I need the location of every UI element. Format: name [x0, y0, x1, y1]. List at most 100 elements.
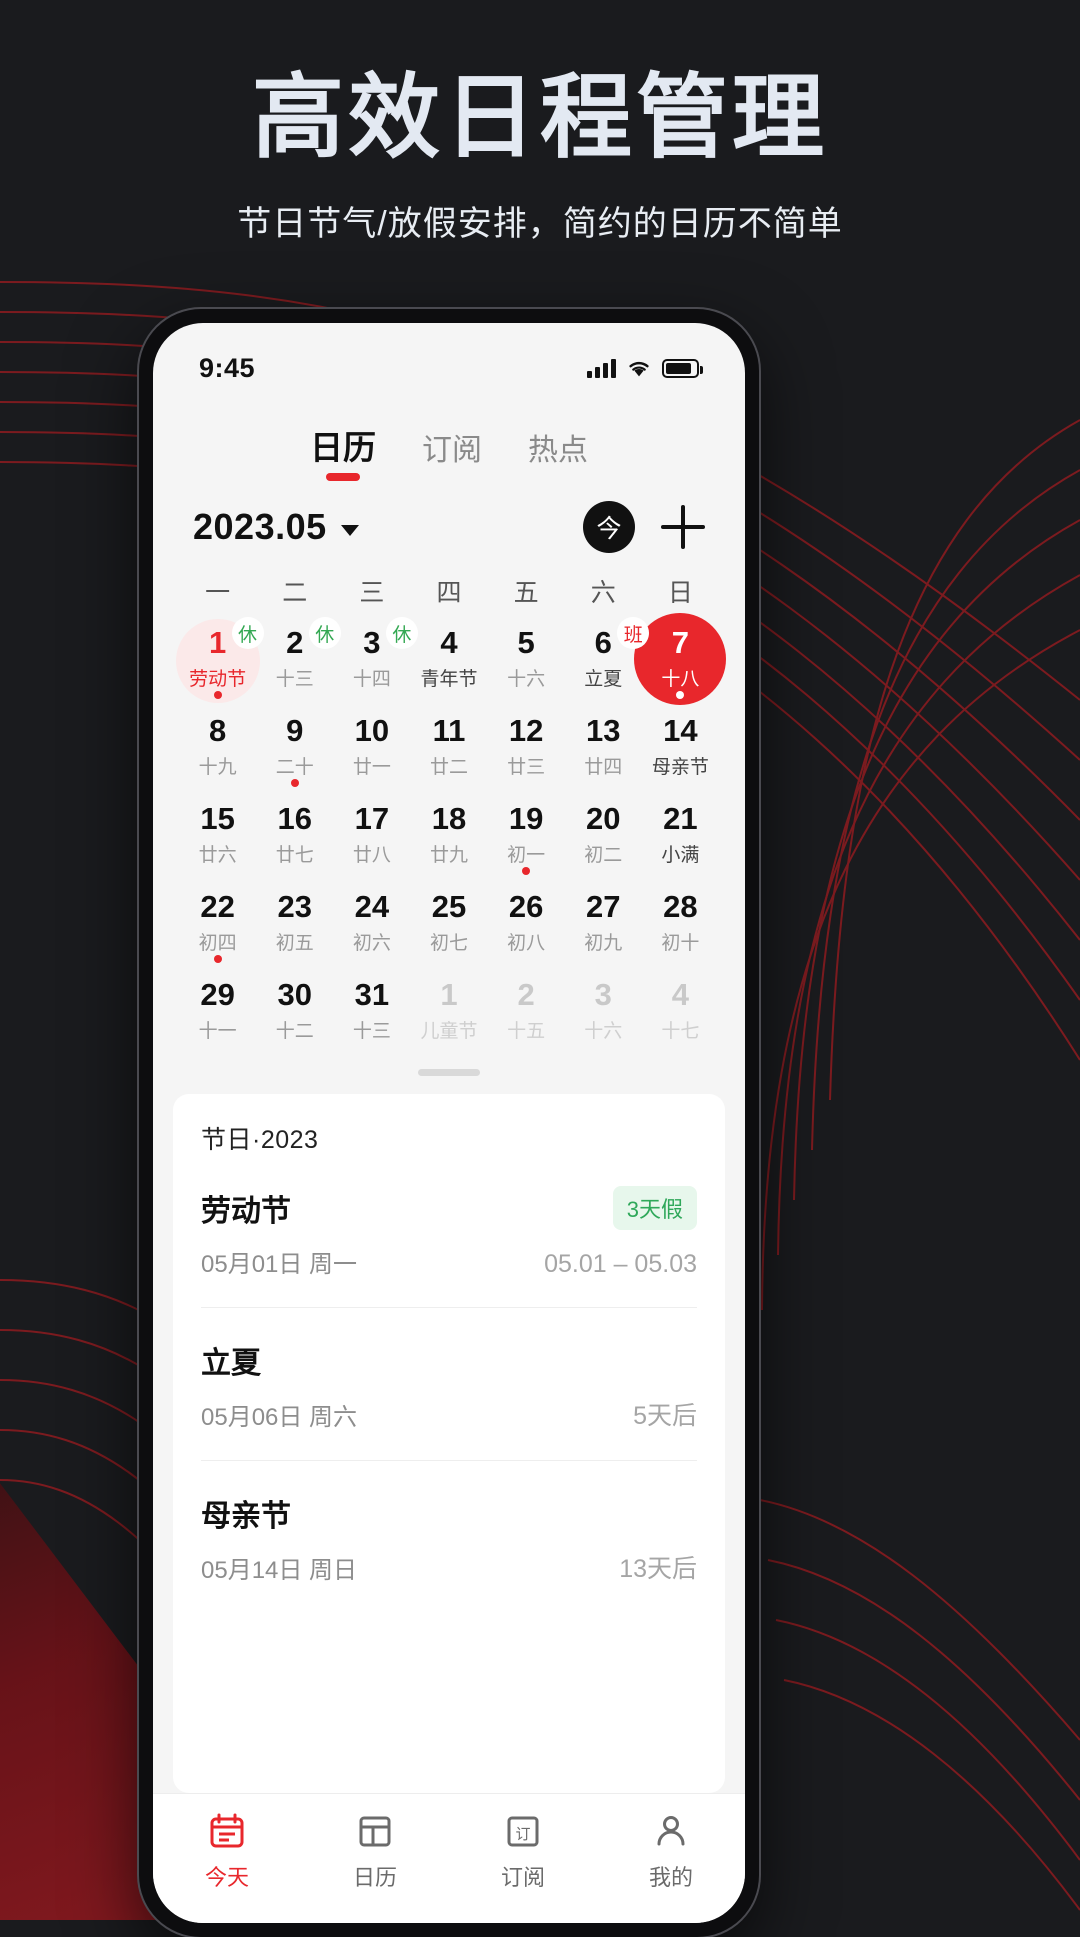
- day-number: 26: [508, 888, 544, 924]
- calendar-day-cell[interactable]: 28 初十: [642, 879, 719, 967]
- nav-item-profile[interactable]: 我的: [597, 1811, 745, 1892]
- nav-item-calendar[interactable]: 日历: [301, 1811, 449, 1892]
- calendar-day-cell[interactable]: 4 青年节: [410, 615, 487, 703]
- add-event-button[interactable]: [661, 505, 705, 549]
- nav-item-profile-label: 我的: [648, 1865, 693, 1890]
- day-number: 15: [200, 800, 235, 836]
- calendar-day-cell[interactable]: 22 初四: [179, 879, 256, 967]
- calendar-day-cell[interactable]: 31 十三: [333, 967, 410, 1055]
- event-bottom-row: 05月14日 周日 13天后: [201, 1549, 697, 1585]
- day-sublabel: 儿童节: [420, 1021, 478, 1043]
- day-number: 31: [354, 976, 390, 1012]
- tab-hotspot-label: 热点: [528, 434, 588, 467]
- event-date: 05月06日 周六: [201, 1404, 358, 1431]
- day-sublabel: 十六: [507, 669, 546, 691]
- weekday-sun: 日: [667, 579, 693, 607]
- calendar-day-cell[interactable]: 14 母亲节: [642, 703, 719, 791]
- calendar-day-cell[interactable]: 休 2 十三: [256, 615, 341, 703]
- day-rest-badge: 休: [308, 617, 341, 649]
- calendar-day-cell[interactable]: 27 初九: [565, 879, 642, 967]
- calendar-day-cell[interactable]: 12 廿三: [488, 703, 565, 791]
- day-sublabel: 立夏: [584, 669, 623, 691]
- day-number: 13: [586, 712, 621, 748]
- phone-mockup: 9:45 日历 订阅 热点 2023.05 今 一 二 三 四 五 六 日 休 …: [139, 309, 759, 1937]
- tab-hotspot[interactable]: 热点: [528, 425, 588, 483]
- calendar-day-cell[interactable]: 18 廿九: [410, 791, 487, 879]
- event-list-card: 节日·2023 劳动节 3天假 05月01日 周一 05.01 – 05.03 立夏 05…: [173, 1094, 725, 1793]
- day-number: 9: [286, 712, 304, 748]
- calendar-day-cell[interactable]: 30 十二: [256, 967, 333, 1055]
- day-number: 20: [586, 800, 621, 836]
- calendar-day-cell[interactable]: 休 1 劳动节: [175, 615, 264, 703]
- event-list-item[interactable]: 立夏 05月06日 周六 5天后: [201, 1308, 697, 1461]
- month-selector[interactable]: 2023.05: [193, 506, 359, 548]
- calendar-day-cell[interactable]: 9 二十: [256, 703, 333, 791]
- weekday-wed: 三: [359, 579, 385, 607]
- day-sublabel: 十一: [198, 1021, 237, 1043]
- day-sublabel: 初二: [584, 845, 623, 867]
- event-list-item[interactable]: 劳动节 3天假 05月01日 周一 05.01 – 05.03: [201, 1156, 697, 1308]
- event-countdown: 5天后: [633, 1402, 697, 1430]
- weekday-sat: 六: [590, 579, 616, 607]
- jump-to-today-button[interactable]: 今: [583, 501, 635, 553]
- day-sublabel: 初六: [352, 933, 391, 955]
- event-date: 05月01日 周一: [201, 1251, 358, 1278]
- day-number: 16: [277, 800, 312, 836]
- day-sublabel: 廿七: [275, 845, 314, 867]
- calendar-day-cell[interactable]: 3 十六: [565, 967, 642, 1055]
- day-sublabel: 劳动节: [189, 669, 247, 691]
- calendar-grid-icon: [355, 1811, 395, 1851]
- day-number: 4: [440, 624, 458, 660]
- calendar-day-cell[interactable]: 19 初一: [488, 791, 565, 879]
- tab-subscription[interactable]: 订阅: [422, 425, 482, 483]
- event-top-row: 母亲节: [201, 1491, 697, 1535]
- calendar-day-cell[interactable]: 7 十八: [634, 613, 727, 705]
- tab-calendar[interactable]: 日历: [310, 421, 376, 483]
- wifi-icon: [627, 359, 651, 378]
- calendar-day-cell[interactable]: 2 十五: [488, 967, 565, 1055]
- event-list-item[interactable]: 母亲节 05月14日 周日 13天后: [201, 1461, 697, 1613]
- day-number: 11: [432, 712, 466, 748]
- calendar-day-cell[interactable]: 21 小满: [642, 791, 719, 879]
- month-title: 2023.05: [193, 506, 327, 547]
- day-number: 7: [671, 624, 690, 660]
- day-number: 27: [586, 888, 621, 924]
- calendar-days-grid: 休 1 劳动节休 2 十三休 3 十四 4 青年节 5 十六班 6 立夏 7 十八 8 十九 9 二十 10 廿一 11 廿…: [175, 613, 727, 1055]
- event-countdown: 05.01 – 05.03: [544, 1250, 697, 1278]
- calendar-day-cell[interactable]: 4 十七: [642, 967, 719, 1055]
- calendar-day-cell[interactable]: 26 初八: [488, 879, 565, 967]
- day-sublabel: 初九: [584, 933, 623, 955]
- day-number: 2: [517, 976, 535, 1012]
- calendar-day-cell[interactable]: 24 初六: [333, 879, 410, 967]
- calendar-day-cell[interactable]: 25 初七: [410, 879, 487, 967]
- event-holiday-tag: 3天假: [612, 1186, 697, 1230]
- calendar-day-cell[interactable]: 13 廿四: [565, 703, 642, 791]
- day-rest-badge: 休: [385, 617, 418, 649]
- nav-item-subscription[interactable]: 订 订阅: [449, 1811, 597, 1892]
- calendar-day-cell[interactable]: 17 廿八: [333, 791, 410, 879]
- day-number: 29: [200, 976, 235, 1012]
- calendar-day-cell[interactable]: 16 廿七: [256, 791, 333, 879]
- calendar-day-cell[interactable]: 20 初二: [565, 791, 642, 879]
- calendar-day-cell[interactable]: 5 十六: [488, 615, 565, 703]
- day-number: 28: [663, 888, 698, 924]
- day-number: 10: [354, 712, 390, 748]
- battery-icon: [662, 358, 703, 378]
- calendar-day-cell[interactable]: 11 廿二: [410, 703, 487, 791]
- calendar-day-cell[interactable]: 23 初五: [256, 879, 333, 967]
- event-bottom-row: 05月01日 周一 05.01 – 05.03: [201, 1244, 697, 1279]
- status-bar: 9:45: [153, 323, 745, 397]
- sheet-drag-handle[interactable]: [418, 1069, 480, 1076]
- cellular-signal-icon: [587, 358, 616, 378]
- calendar-day-cell[interactable]: 8 十九: [179, 703, 256, 791]
- calendar-day-cell[interactable]: 班 6 立夏: [565, 615, 650, 703]
- calendar-day-cell[interactable]: 休 3 十四: [333, 615, 418, 703]
- day-number: 2: [286, 624, 304, 660]
- calendar-day-cell[interactable]: 15 廿六: [179, 791, 256, 879]
- nav-item-today[interactable]: 今天: [153, 1811, 301, 1892]
- day-event-dot: [213, 691, 222, 699]
- calendar-day-cell[interactable]: 29 十一: [179, 967, 256, 1055]
- calendar-day-cell[interactable]: 1 儿童节: [410, 967, 487, 1055]
- calendar-day-cell[interactable]: 10 廿一: [333, 703, 410, 791]
- status-time: 9:45: [199, 352, 256, 383]
